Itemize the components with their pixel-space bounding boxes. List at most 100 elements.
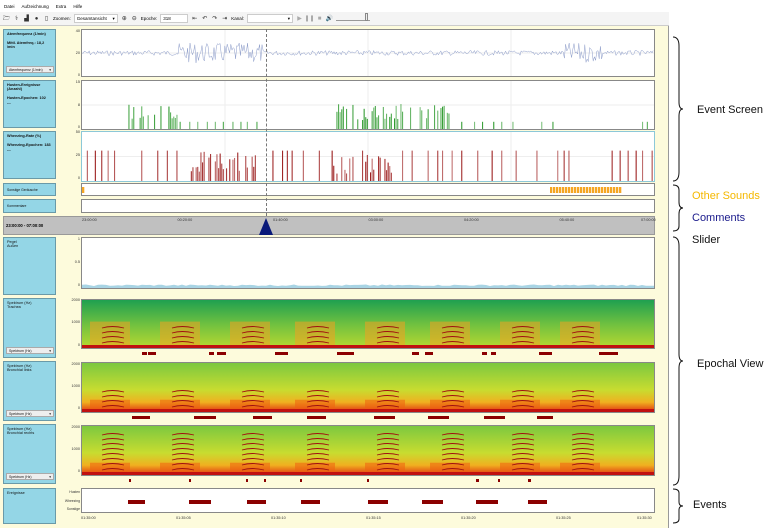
stethoscope-icon[interactable]: ⚕ bbox=[13, 15, 20, 22]
level-plot[interactable] bbox=[81, 237, 655, 289]
menu-extra[interactable]: Extra bbox=[56, 4, 67, 9]
y-tick: 2000 bbox=[71, 362, 80, 366]
comments-plot[interactable] bbox=[81, 199, 655, 213]
events-plot[interactable] bbox=[81, 488, 655, 513]
menu-hilfe[interactable]: Hilfe bbox=[73, 4, 82, 9]
zoom-out-icon[interactable]: ⊖ bbox=[131, 15, 138, 22]
first-epoch-icon[interactable]: ⇤ bbox=[191, 15, 198, 22]
wheezing-event bbox=[422, 500, 443, 504]
event-tick-label: 01:35:00 bbox=[81, 516, 96, 520]
wheeze-plot[interactable] bbox=[81, 131, 655, 182]
toolbar: 🗁 ⚕ ▟ ● ▯ Zoomen: Gesamtansicht ▾ ⊕ ⊖ Epo… bbox=[0, 12, 669, 26]
volume-slider-thumb[interactable] bbox=[365, 13, 369, 21]
event-tick-label: 01:35:05 bbox=[176, 516, 191, 520]
event-row-label: Sonstige bbox=[66, 507, 80, 511]
zoom-in-icon[interactable]: ⊕ bbox=[121, 15, 128, 22]
cough-bar bbox=[214, 121, 216, 129]
wheeze-bar bbox=[333, 165, 335, 181]
spectrum-dropdown[interactable]: Spektrum (Hz) ▾ bbox=[6, 410, 54, 417]
wheeze-bar bbox=[86, 150, 88, 181]
y-tick: 40 bbox=[75, 29, 80, 33]
epoch-input[interactable]: 318 bbox=[160, 14, 189, 23]
detection-mark bbox=[484, 416, 505, 419]
wheeze-bar bbox=[386, 170, 388, 181]
wheeze-bar bbox=[346, 173, 348, 181]
wheeze-bar bbox=[451, 150, 453, 181]
comment-icon[interactable]: ● bbox=[33, 15, 40, 22]
cough-bar bbox=[394, 118, 396, 129]
wheeze-bar bbox=[214, 161, 216, 181]
slider-thumb-icon[interactable] bbox=[259, 218, 273, 235]
spectrogram-bronchial-right[interactable] bbox=[81, 425, 655, 476]
next-epoch-icon[interactable]: ↷ bbox=[211, 15, 218, 22]
detection-mark bbox=[425, 352, 433, 355]
spectrogram-trachea[interactable] bbox=[81, 299, 655, 349]
other-sounds-plot[interactable] bbox=[81, 183, 655, 196]
breath-rate-title: Atemfrequenz (1/min) bbox=[7, 32, 46, 36]
wheeze-extra: --- bbox=[7, 148, 11, 152]
other-sound-mark bbox=[580, 187, 583, 193]
spectrogram-energy bbox=[160, 321, 200, 348]
cough-bar bbox=[382, 106, 384, 129]
wheeze-bar bbox=[94, 150, 96, 181]
cough-bar bbox=[232, 121, 234, 129]
wheeze-bar bbox=[384, 158, 386, 181]
epoch-label: Epoche: bbox=[140, 16, 158, 21]
spectrogram-bronchial-left[interactable] bbox=[81, 362, 655, 413]
other-sound-mark bbox=[616, 187, 619, 193]
menu-datei[interactable]: Datei bbox=[4, 4, 15, 9]
cough-plot[interactable] bbox=[81, 80, 655, 130]
wheeze-bar bbox=[254, 155, 256, 181]
event-row-label: Wheezing bbox=[64, 499, 80, 503]
event-tick-label: 01:35:30 bbox=[637, 516, 652, 520]
cough-bar bbox=[374, 105, 376, 129]
zoom-select[interactable]: Gesamtansicht ▾ bbox=[73, 14, 118, 23]
wheezing-event bbox=[476, 500, 498, 504]
spectrum-dropdown-value: Spektrum (Hz) bbox=[9, 474, 32, 479]
detection-mark bbox=[307, 416, 326, 419]
detection-mark bbox=[275, 352, 288, 355]
wheeze-bar bbox=[192, 167, 194, 181]
spectrum-dropdown[interactable]: Spektrum (Hz) ▾ bbox=[6, 347, 54, 354]
wheeze-bar bbox=[389, 166, 391, 181]
wheeze-bar bbox=[114, 150, 116, 181]
wheeze-bar bbox=[491, 150, 493, 181]
annotation-events: Events bbox=[693, 499, 727, 511]
breath-rate-panel: Atemfrequenz (1/min) Mittl. Atemfreq.: 1… bbox=[3, 29, 56, 77]
pause-icon[interactable]: ❚❚ bbox=[305, 15, 315, 22]
breath-rate-dropdown[interactable]: Atemfrequenz (1/min) ▾ bbox=[6, 66, 54, 73]
cough-bar bbox=[128, 104, 130, 129]
open-folder-icon[interactable]: 🗁 bbox=[3, 15, 10, 22]
wheeze-bar bbox=[619, 150, 621, 181]
cough-bar bbox=[501, 121, 503, 129]
spectrum-dropdown[interactable]: Spektrum (Hz) ▾ bbox=[6, 473, 54, 480]
wheeze-bar bbox=[216, 154, 218, 181]
breath-rate-plot[interactable] bbox=[81, 29, 655, 77]
chart-icon[interactable]: ▟ bbox=[23, 15, 30, 22]
wheeze-bar bbox=[349, 158, 351, 181]
wheeze-bar bbox=[246, 167, 248, 181]
detection-mark bbox=[217, 352, 226, 355]
spectrum-dropdown-value: Spektrum (Hz) bbox=[9, 348, 32, 353]
annotation-slider: Slider bbox=[692, 234, 721, 246]
menu-aufzeichnung[interactable]: Aufzeichnung bbox=[22, 4, 49, 9]
timeline-slider[interactable]: 23:00:00 - 07:00:00 23:00:00 00:20:00 01:4… bbox=[3, 216, 656, 235]
cough-bar bbox=[362, 120, 364, 129]
spectrogram-energy bbox=[500, 321, 540, 348]
wheeze-bar bbox=[515, 150, 517, 181]
wheeze-bar bbox=[253, 166, 255, 181]
chevron-down-icon: ▾ bbox=[49, 411, 51, 416]
play-icon[interactable]: ▶ bbox=[296, 15, 303, 22]
annotation-event-screen: Event Screen bbox=[697, 104, 764, 116]
cough-bar bbox=[446, 112, 448, 129]
volume-slider[interactable] bbox=[336, 13, 371, 21]
prev-epoch-icon[interactable]: ↶ bbox=[201, 15, 208, 22]
spectrogram-floor bbox=[82, 409, 654, 412]
last-epoch-icon[interactable]: ⇥ bbox=[221, 15, 228, 22]
delete-icon[interactable]: ▯ bbox=[43, 15, 50, 22]
channel-select[interactable]: ▾ bbox=[247, 14, 294, 23]
wheeze-bar bbox=[437, 150, 439, 181]
stop-icon[interactable]: ■ bbox=[316, 15, 323, 22]
level-subtitle: Außen bbox=[7, 244, 19, 248]
detection-mark bbox=[476, 479, 479, 482]
